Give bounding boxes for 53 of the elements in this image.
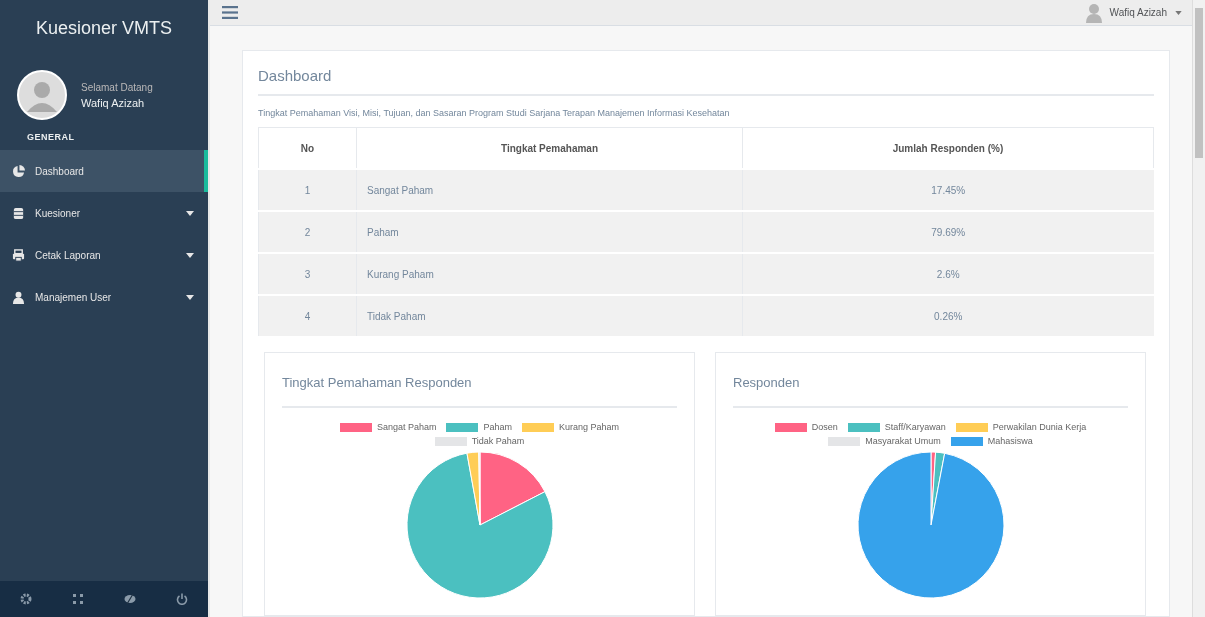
- sidebar-item[interactable]: Kuesioner: [0, 192, 208, 234]
- chevron-down-icon: [186, 210, 194, 216]
- panel-title: Dashboard: [258, 61, 1154, 96]
- chart-title: Tingkat Pemahaman Responden: [282, 365, 677, 408]
- table-cell: 1: [258, 169, 357, 211]
- sidebar-item[interactable]: Dashboard: [0, 150, 208, 192]
- greeting-text: Selamat Datang: [81, 81, 153, 93]
- table-cell: 2.6%: [742, 253, 1154, 295]
- app-title: Kuesioner VMTS: [34, 16, 174, 40]
- legend-label[interactable]: Kurang Paham: [559, 422, 620, 432]
- column-header: No: [258, 127, 357, 169]
- table-cell: 79.69%: [742, 211, 1154, 253]
- sidebar-item[interactable]: Manajemen User: [0, 276, 208, 318]
- legend-label[interactable]: Sangat Paham: [376, 422, 437, 432]
- avatar-icon: [17, 70, 67, 120]
- settings-icon[interactable]: [20, 593, 32, 605]
- chevron-down-icon: [186, 294, 194, 300]
- column-header: Tingkat Pemahaman: [356, 127, 743, 169]
- user-name: Wafiq Azizah: [81, 96, 146, 109]
- power-icon[interactable]: [176, 593, 188, 605]
- section-heading: GENERAL: [26, 131, 76, 144]
- chevron-down-icon: [186, 252, 194, 258]
- table-cell: 4: [258, 295, 357, 336]
- table-cell: Sangat Paham: [356, 169, 743, 211]
- printer-icon: [12, 248, 25, 262]
- user-icon: [1085, 2, 1102, 23]
- legend-label[interactable]: Tidak Paham: [471, 436, 525, 446]
- legend-label[interactable]: Masyarakat Umum: [865, 436, 941, 446]
- table-cell: Tidak Paham: [356, 295, 743, 336]
- legend-label[interactable]: Mahasiswa: [987, 436, 1033, 446]
- table-cell: 0.26%: [742, 295, 1154, 336]
- legend-label[interactable]: Paham: [483, 422, 512, 432]
- sidebar-item[interactable]: Cetak Laporan: [0, 234, 208, 276]
- panel-subtitle: Tingkat Pemahaman Visi, Misi, Tujuan, dan Sasaran Program Studi Sarjana Terapan Manajemen Informasi Kesehatan: [258, 108, 731, 118]
- chart-title: Responden: [733, 365, 1128, 408]
- table-cell: 3: [258, 253, 357, 295]
- database-icon: [12, 206, 25, 220]
- scrollbar-thumb[interactable]: [1195, 8, 1203, 158]
- table-cell: Kurang Paham: [356, 253, 743, 295]
- table-cell: 2: [258, 211, 357, 253]
- table-cell: Paham: [356, 211, 743, 253]
- fullscreen-icon[interactable]: [72, 593, 84, 605]
- legend-label[interactable]: Perwakilan Dunia Kerja: [992, 422, 1087, 432]
- user-icon: [12, 290, 25, 304]
- column-header: Jumlah Responden (%): [742, 127, 1154, 169]
- table-cell: 17.45%: [742, 169, 1154, 211]
- caret-icon: [1175, 10, 1182, 15]
- user-menu[interactable]: Wafiq Azizah: [1085, 2, 1182, 23]
- legend-label[interactable]: Dosen: [811, 422, 838, 432]
- legend-label[interactable]: Staff/Karyawan: [884, 422, 946, 432]
- eye-slash-icon[interactable]: [124, 593, 136, 605]
- pie-chart-icon: [12, 164, 25, 178]
- menu-icon[interactable]: [222, 6, 238, 19]
